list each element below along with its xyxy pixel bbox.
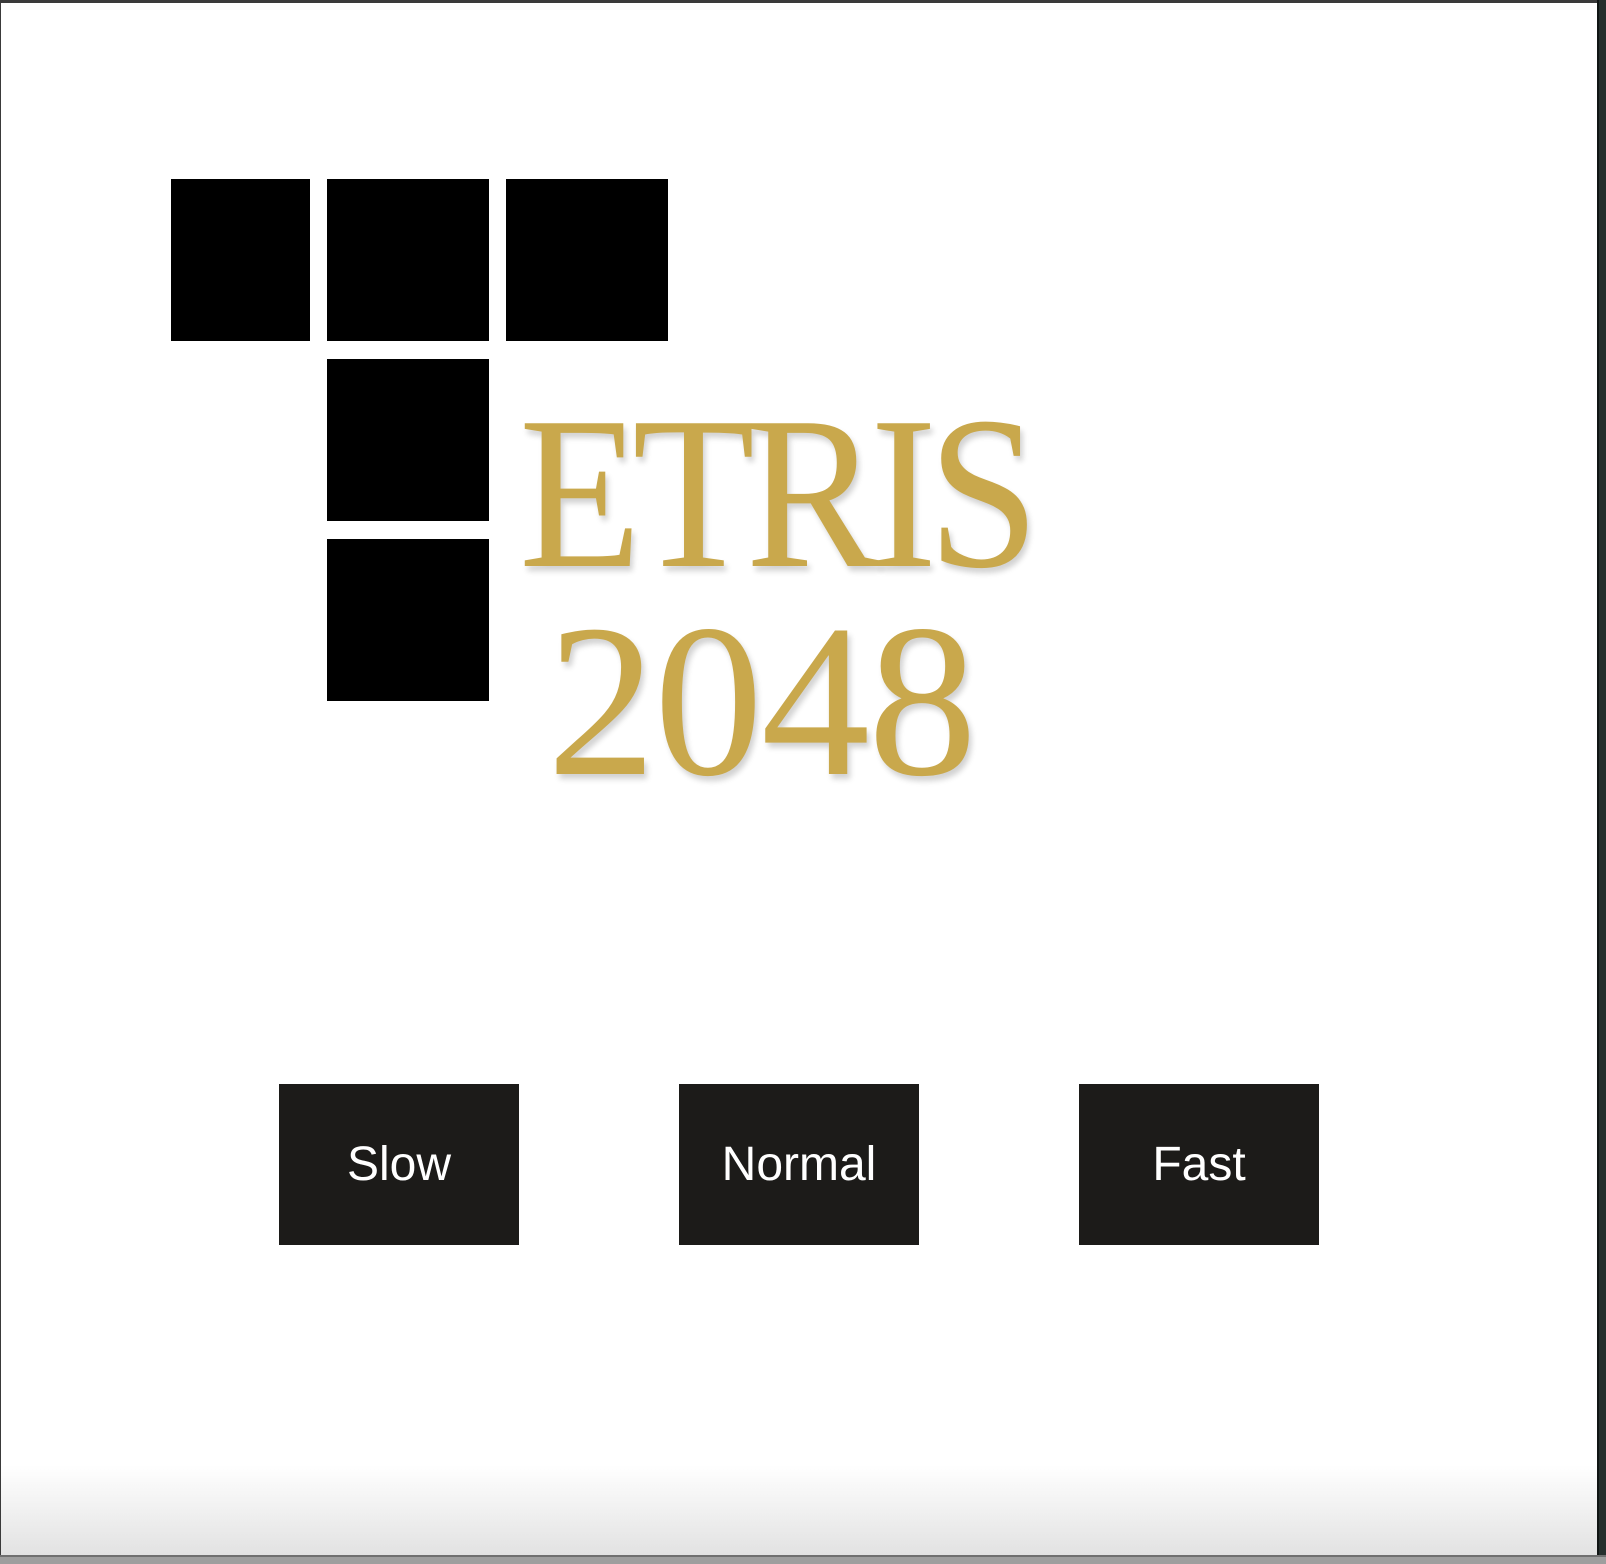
logo-block xyxy=(327,359,489,521)
tetris-2048-logo: ETRIS 2048 xyxy=(1,3,1201,811)
background-window-edge xyxy=(1597,0,1606,1564)
logo-block xyxy=(327,539,489,701)
window-bottom-shade xyxy=(1,1465,1597,1555)
logo-title-number: 2048 xyxy=(547,581,977,822)
fast-speed-button[interactable]: Fast xyxy=(1079,1084,1319,1245)
window-bottom-border xyxy=(0,1555,1606,1564)
logo-block xyxy=(327,179,489,341)
game-window: ETRIS 2048 Slow Normal Fast xyxy=(0,0,1597,1555)
logo-title-letters: ETRIS xyxy=(519,373,1039,614)
normal-speed-button[interactable]: Normal xyxy=(679,1084,919,1245)
logo-block xyxy=(171,179,310,341)
logo-block xyxy=(506,179,668,341)
slow-speed-button[interactable]: Slow xyxy=(279,1084,519,1245)
